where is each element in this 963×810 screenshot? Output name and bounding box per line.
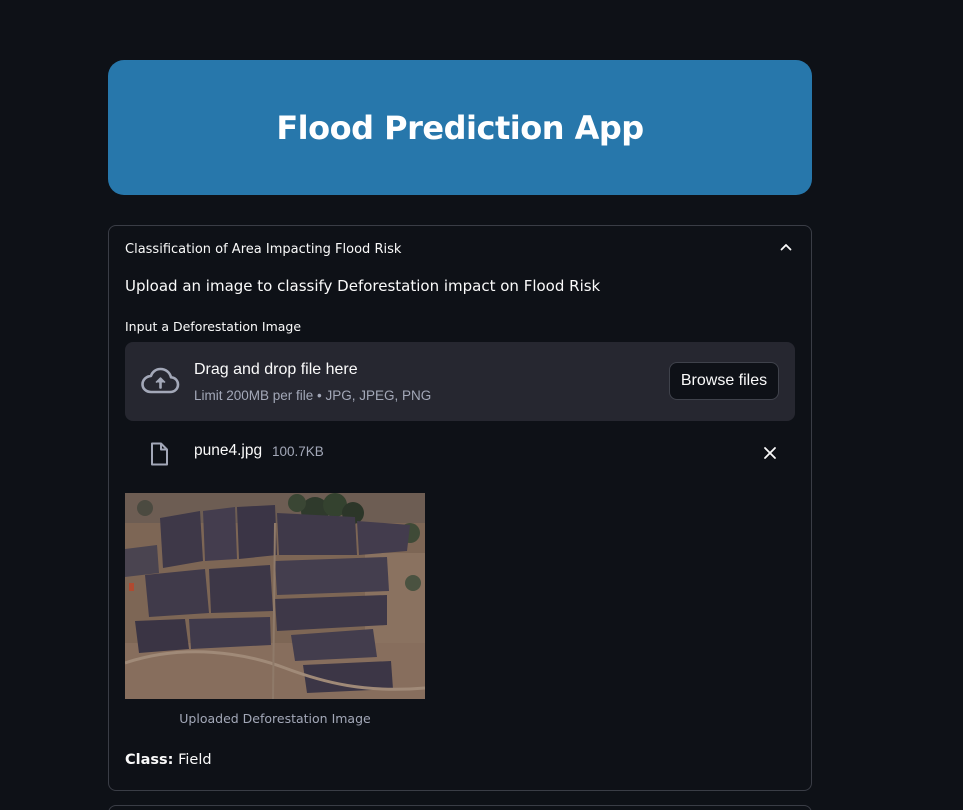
dropzone-hint: Limit 200MB per file • JPG, JPEG, PNG bbox=[194, 388, 432, 403]
expander-description: Upload an image to classify Deforestatio… bbox=[125, 277, 601, 295]
file-name: pune4.jpg bbox=[194, 442, 263, 459]
title-banner: Flood Prediction App bbox=[108, 60, 812, 195]
cloud-upload-icon bbox=[141, 367, 180, 394]
result-value: Field bbox=[178, 752, 212, 768]
file-icon bbox=[151, 442, 168, 466]
image-caption: Uploaded Deforestation Image bbox=[179, 711, 371, 726]
expander-header[interactable]: Classification of Area Impacting Flood R… bbox=[125, 242, 401, 257]
chevron-up-icon[interactable] bbox=[778, 239, 794, 255]
satellite-image bbox=[125, 493, 425, 699]
result-label: Class: bbox=[125, 752, 174, 768]
uploaded-image bbox=[125, 493, 425, 699]
dropzone-title: Drag and drop file here bbox=[194, 361, 358, 378]
uploaded-file-row: pune4.jpg 100.7KB bbox=[125, 438, 795, 468]
app-page: Flood Prediction App Classification of A… bbox=[0, 0, 963, 810]
classification-result: Class: Field bbox=[125, 752, 212, 768]
next-expander[interactable] bbox=[108, 805, 812, 810]
uploader-label: Input a Deforestation Image bbox=[125, 319, 302, 334]
file-dropzone[interactable]: Drag and drop file here Limit 200MB per … bbox=[125, 342, 795, 421]
file-size: 100.7KB bbox=[272, 444, 324, 459]
page-title: Flood Prediction App bbox=[276, 108, 644, 147]
close-icon[interactable] bbox=[763, 446, 777, 460]
classification-expander: Classification of Area Impacting Flood R… bbox=[108, 225, 812, 791]
browse-files-button[interactable]: Browse files bbox=[669, 362, 779, 400]
